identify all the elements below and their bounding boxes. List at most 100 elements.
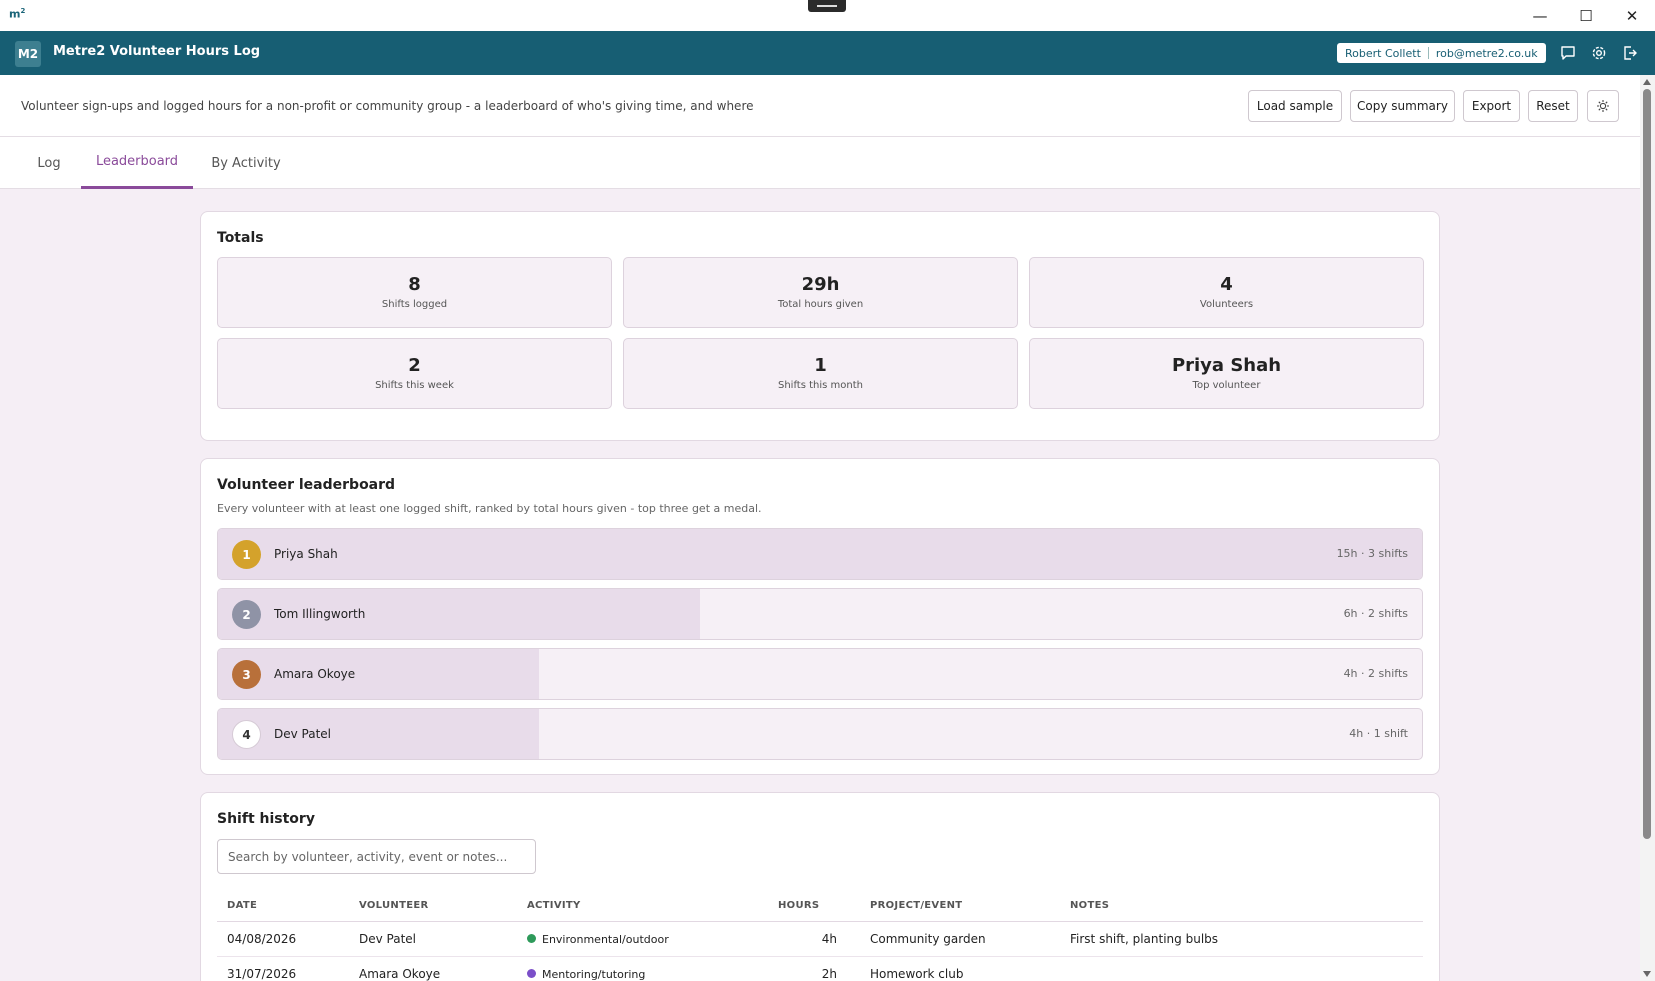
sun-icon bbox=[1597, 100, 1609, 112]
volunteer-name: Priya Shah bbox=[274, 547, 338, 561]
table-row[interactable]: 31/07/2026 Amara Okoye Mentoring/tutorin… bbox=[217, 957, 1423, 981]
table-header: DATE VOLUNTEER ACTIVITY HOURS PROJECT/EV… bbox=[217, 888, 1423, 922]
cell-volunteer: Dev Patel bbox=[359, 932, 417, 946]
app-title: Metre2 Volunteer Hours Log bbox=[53, 44, 261, 59]
volunteer-hours-meta: 4h · 1 shift bbox=[1349, 727, 1408, 740]
leaderboard-row[interactable]: 3 Amara Okoye 4h · 2 shifts bbox=[217, 648, 1423, 700]
page-description: Volunteer sign-ups and logged hours for … bbox=[21, 99, 754, 113]
column-header-activity[interactable]: ACTIVITY bbox=[527, 900, 581, 911]
window-titlebar: m2 — ☐ ✕ bbox=[0, 0, 1655, 31]
rank-medal: 3 bbox=[232, 660, 261, 689]
column-header-volunteer[interactable]: VOLUNTEER bbox=[359, 900, 428, 911]
volunteer-name: Amara Okoye bbox=[274, 667, 356, 681]
stat-value: 2 bbox=[408, 355, 421, 376]
volunteer-hours-meta: 4h · 2 shifts bbox=[1343, 667, 1408, 680]
drag-handle[interactable] bbox=[808, 0, 846, 12]
page-scrollbar[interactable] bbox=[1640, 75, 1655, 981]
stat-label: Shifts this month bbox=[778, 380, 863, 391]
totals-title: Totals bbox=[217, 230, 264, 246]
user-chip[interactable]: Robert Collett rob@metre2.co.uk bbox=[1337, 43, 1546, 63]
table-row[interactable]: 04/08/2026 Dev Patel Environmental/outdo… bbox=[217, 922, 1423, 957]
tab-by-activity[interactable]: By Activity bbox=[202, 137, 290, 189]
cell-volunteer: Amara Okoye bbox=[359, 967, 441, 981]
cell-project: Community garden bbox=[870, 932, 986, 946]
stat-label: Shifts this week bbox=[375, 380, 454, 391]
activity-label: Environmental/outdoor bbox=[542, 933, 669, 946]
volunteer-name: Tom Illingworth bbox=[274, 607, 366, 621]
rank-medal: 1 bbox=[232, 540, 261, 569]
volunteer-name: Dev Patel bbox=[274, 727, 332, 741]
scroll-up-arrow[interactable] bbox=[1643, 79, 1651, 85]
gear-icon[interactable] bbox=[1589, 43, 1609, 63]
stat-label: Total hours given bbox=[777, 299, 864, 310]
hours-bar bbox=[218, 649, 540, 699]
column-header-hours[interactable]: HOURS bbox=[778, 900, 819, 911]
stat-shifts-logged: 8 Shifts logged bbox=[217, 257, 612, 328]
stat-value: 1 bbox=[814, 355, 827, 376]
stat-value: 8 bbox=[408, 274, 421, 295]
volunteer-hours-meta: 6h · 2 shifts bbox=[1343, 607, 1408, 620]
leaderboard-row[interactable]: 4 Dev Patel 4h · 1 shift bbox=[217, 708, 1423, 760]
shift-history-title: Shift history bbox=[217, 811, 315, 827]
rank-medal: 4 bbox=[232, 720, 261, 749]
search-input[interactable] bbox=[217, 839, 536, 874]
close-button[interactable]: ✕ bbox=[1609, 0, 1655, 31]
activity-label: Mentoring/tutoring bbox=[542, 968, 646, 981]
stat-value: Priya Shah bbox=[1171, 355, 1282, 376]
toolbar: Volunteer sign-ups and logged hours for … bbox=[0, 75, 1640, 137]
leaderboard-row[interactable]: 1 Priya Shah 15h · 3 shifts bbox=[217, 528, 1423, 580]
stat-shifts-this-month: 1 Shifts this month bbox=[623, 338, 1018, 409]
maximize-button[interactable]: ☐ bbox=[1563, 0, 1609, 31]
stat-label: Top volunteer bbox=[1192, 380, 1261, 391]
leaderboard-title: Volunteer leaderboard bbox=[217, 477, 396, 493]
hours-bar bbox=[218, 709, 540, 759]
shift-history-card: Shift history DATE VOLUNTEER ACTIVITY HO… bbox=[200, 792, 1440, 981]
volunteer-hours-meta: 15h · 3 shifts bbox=[1336, 547, 1408, 560]
app-header: M2 Metre2 Volunteer Hours Log Robert Col… bbox=[0, 31, 1655, 75]
tab-bar: Log Leaderboard By Activity bbox=[0, 137, 1640, 189]
cell-activity: Environmental/outdoor bbox=[527, 932, 669, 946]
scroll-thumb[interactable] bbox=[1643, 89, 1651, 839]
load-sample-button[interactable]: Load sample bbox=[1248, 90, 1342, 122]
app-badge: M2 bbox=[15, 41, 41, 67]
column-header-notes[interactable]: NOTES bbox=[1070, 900, 1109, 911]
user-email: rob@metre2.co.uk bbox=[1435, 46, 1538, 60]
totals-card: Totals 8 Shifts logged 29h Total hours g… bbox=[200, 211, 1440, 441]
hours-bar bbox=[218, 529, 1422, 579]
column-header-date[interactable]: DATE bbox=[227, 900, 257, 911]
leaderboard-card: Volunteer leaderboard Every volunteer wi… bbox=[200, 458, 1440, 775]
minimize-button[interactable]: — bbox=[1517, 0, 1563, 31]
leaderboard-subtitle: Every volunteer with at least one logged… bbox=[217, 502, 762, 515]
stat-value: 4 bbox=[1220, 274, 1233, 295]
app-logo: m2 bbox=[9, 7, 26, 21]
cell-hours: 4h bbox=[821, 932, 837, 946]
user-name: Robert Collett bbox=[1345, 46, 1421, 60]
chat-icon[interactable] bbox=[1558, 43, 1578, 63]
stat-value: 29h bbox=[801, 274, 840, 295]
column-header-project[interactable]: PROJECT/EVENT bbox=[870, 900, 962, 911]
cell-project: Homework club bbox=[870, 967, 964, 981]
user-chip-divider bbox=[1427, 47, 1429, 59]
cell-activity: Mentoring/tutoring bbox=[527, 967, 645, 981]
rank-medal: 2 bbox=[232, 600, 261, 629]
stat-volunteers: 4 Volunteers bbox=[1029, 257, 1424, 328]
stat-shifts-this-week: 2 Shifts this week bbox=[217, 338, 612, 409]
leaderboard-row[interactable]: 2 Tom Illingworth 6h · 2 shifts bbox=[217, 588, 1423, 640]
logout-icon[interactable] bbox=[1620, 43, 1640, 63]
stat-label: Volunteers bbox=[1199, 299, 1254, 310]
scroll-down-arrow[interactable] bbox=[1643, 971, 1651, 977]
copy-summary-button[interactable]: Copy summary bbox=[1350, 90, 1455, 122]
theme-toggle-button[interactable] bbox=[1587, 90, 1619, 122]
cell-notes: First shift, planting bulbs bbox=[1070, 932, 1219, 946]
activity-dot bbox=[527, 934, 536, 943]
activity-dot bbox=[527, 969, 536, 978]
stat-label: Shifts logged bbox=[381, 299, 448, 310]
export-button[interactable]: Export bbox=[1463, 90, 1520, 122]
stat-top-volunteer: Priya Shah Top volunteer bbox=[1029, 338, 1424, 409]
tab-leaderboard[interactable]: Leaderboard bbox=[81, 137, 193, 189]
cell-hours: 2h bbox=[821, 967, 837, 981]
tab-log[interactable]: Log bbox=[22, 137, 76, 189]
reset-button[interactable]: Reset bbox=[1528, 90, 1578, 122]
stat-total-hours: 29h Total hours given bbox=[623, 257, 1018, 328]
cell-date: 04/08/2026 bbox=[227, 932, 297, 946]
